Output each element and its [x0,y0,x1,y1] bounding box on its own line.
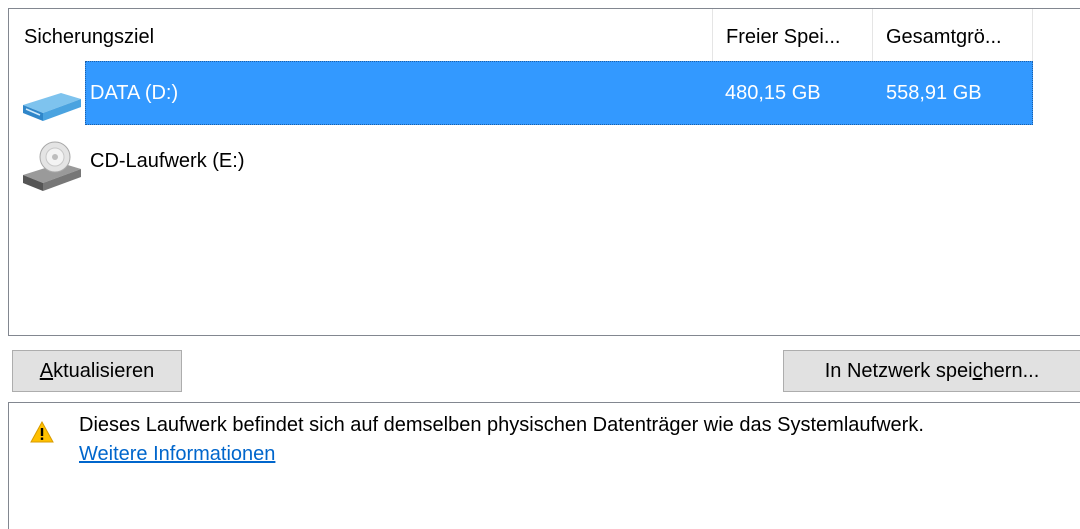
hard-drive-icon [23,93,81,121]
list-item-data-d[interactable]: DATA (D:) 480,15 GB 558,91 GB [9,61,1033,125]
column-header-target[interactable]: Sicherungsziel [9,9,713,65]
column-header-free-space[interactable]: Freier Spei... [713,9,873,65]
backup-target-list[interactable]: Sicherungsziel Freier Spei... Gesamtgrö.… [8,8,1080,336]
warning-icon [30,421,54,443]
refresh-label: ktualisieren [53,360,155,382]
drive-name: DATA (D:) [90,82,179,104]
refresh-mnemonic: A [39,360,54,382]
network-mnemonic: c [972,360,983,382]
info-panel: Dieses Laufwerk befindet sich auf demsel… [8,402,1080,529]
network-label-end: hern... [982,360,1040,382]
list-header: Sicherungsziel Freier Spei... Gesamtgrö.… [9,9,1080,65]
warning-message: Dieses Laufwerk befindet sich auf demsel… [79,414,924,436]
network-label-start: In Netzwerk spei [824,360,973,382]
refresh-button[interactable]: Aktualisieren [12,350,182,392]
cd-drive-icon [23,141,81,191]
column-header-total-size[interactable]: Gesamtgrö... [873,9,1033,65]
more-info-link[interactable]: Weitere Informationen [79,440,275,468]
drive-name: CD-Laufwerk (E:) [90,150,245,172]
drive-total-size: 558,91 GB [886,82,982,104]
save-to-network-button[interactable]: In Netzwerk speichern... [783,350,1080,392]
drive-free-space: 480,15 GB [725,82,821,104]
backup-target-dialog: Sicherungsziel Freier Spei... Gesamtgrö.… [0,0,1080,529]
list-item-cd-e[interactable]: CD-Laufwerk (E:) [9,129,1033,193]
